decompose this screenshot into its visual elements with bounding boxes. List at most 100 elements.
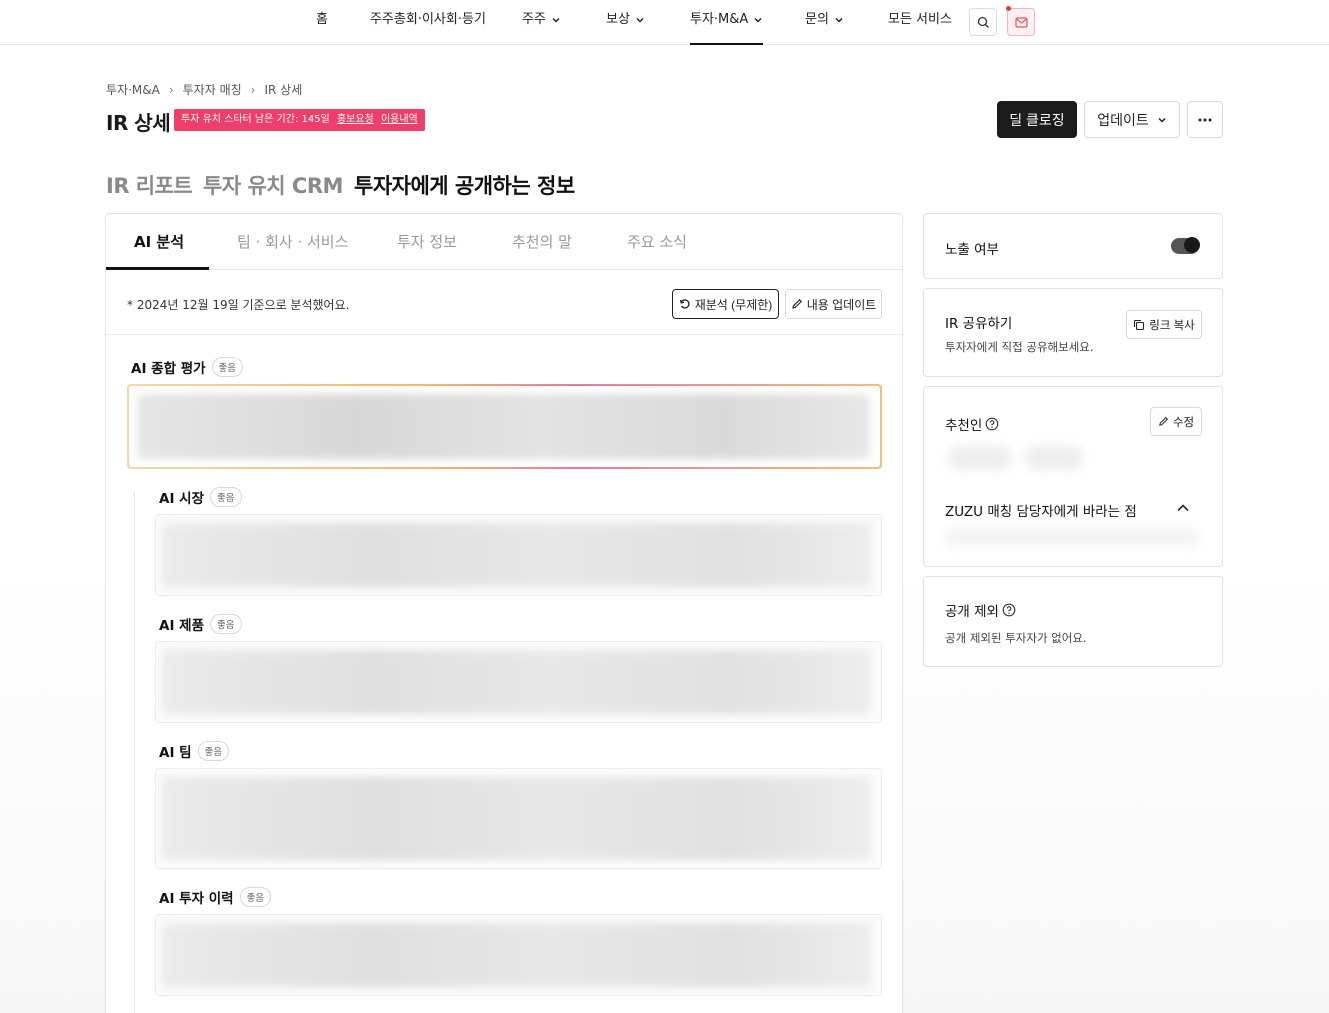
update-button[interactable]: 업데이트 (1084, 101, 1180, 138)
product-content (155, 641, 882, 723)
reanalyze-button[interactable]: 재분석 (무제한) (672, 289, 779, 319)
tab-investor-info[interactable]: 투자자에게 공개하는 정보 (354, 170, 575, 200)
update-content-label: 내용 업데이트 (806, 297, 877, 312)
blurred-text (162, 923, 871, 987)
copy-link-label: 링크 복사 (1149, 319, 1195, 332)
pencil-icon (791, 299, 802, 309)
nav-item-all-services[interactable]: 모든 서비스 (888, 0, 952, 45)
promo-request-link[interactable]: 홍보요청 (337, 114, 374, 125)
rating-badge: 좋음 (210, 614, 242, 634)
overall-eval-content (127, 384, 882, 469)
exposure-label: 노출 여부 (945, 242, 999, 258)
nav-item-shareholders[interactable]: 주주 (522, 0, 561, 45)
mail-button[interactable] (1007, 8, 1035, 36)
top-nav: 홈 주주총회·이사회·등기 주주 보상 투자·M&A 문의 모든 서비스 (0, 0, 1329, 45)
tab-investment-crm[interactable]: 투자 유치 CRM (203, 170, 343, 200)
mail-icon (1014, 16, 1028, 28)
overall-eval-title: AI 종합 평가 (131, 361, 206, 377)
promo-history-link[interactable]: 이용내역 (381, 114, 418, 125)
deal-closing-button[interactable]: 딜 클로징 (997, 101, 1077, 138)
zuzu-wish-content (944, 528, 1200, 546)
nav-label: 모든 서비스 (888, 12, 952, 27)
copy-link-button[interactable]: 링크 복사 (1126, 310, 1202, 339)
search-icon (977, 16, 989, 28)
nav-item-inquiry[interactable]: 문의 (805, 0, 844, 45)
recommender-avatar (1025, 446, 1083, 470)
market-title: AI 시장 (159, 491, 205, 507)
blurred-text (137, 394, 870, 459)
analysis-date-note: * 2024년 12월 19일 기준으로 분석했어요. (127, 298, 350, 312)
breadcrumb-item: IR 상세 (264, 83, 303, 97)
breadcrumb-item[interactable]: 투자·M&A (106, 81, 160, 98)
tab-ir-report[interactable]: IR 리포트 (106, 170, 193, 200)
blurred-text (162, 650, 871, 714)
copy-icon (1134, 319, 1145, 330)
subtab-active-indicator (106, 267, 209, 270)
blurred-text (162, 523, 871, 587)
market-label: AI 시장 좋음 (159, 487, 242, 507)
nav-item-compensation[interactable]: 보상 (606, 0, 645, 45)
help-icon[interactable] (985, 417, 999, 431)
investment-history-title: AI 투자 이력 (159, 891, 234, 907)
chevron-up-icon[interactable] (1176, 503, 1190, 513)
recommender-title: 추천인 (945, 414, 999, 434)
nav-label: 투자·M&A (690, 12, 749, 27)
update-button-label: 업데이트 (1097, 111, 1149, 128)
chevron-right-icon: › (168, 82, 174, 97)
exclude-subtitle: 공개 제외된 투자자가 없어요. (945, 631, 1087, 645)
overall-eval-label: AI 종합 평가 좋음 (131, 357, 244, 377)
nav-label: 주주총회·이사회·등기 (370, 12, 486, 27)
reanalyze-label: 재분석 (무제한) (694, 297, 773, 312)
subtab-ai-analysis[interactable]: AI 분석 (134, 231, 184, 252)
exclude-title: 공개 제외 (945, 600, 1016, 620)
nav-item-investment[interactable]: 투자·M&A (690, 0, 763, 45)
more-icon (1198, 118, 1212, 121)
subtab-recommendation[interactable]: 추천의 말 (512, 231, 572, 252)
market-content (155, 514, 882, 596)
nav-label: 주주 (522, 12, 546, 27)
chevron-down-icon (754, 17, 762, 23)
investment-history-content (155, 914, 882, 996)
edit-recommender-button[interactable]: 수정 (1150, 407, 1202, 436)
team-label: AI 팀 좋음 (159, 741, 230, 761)
breadcrumb: 투자·M&A › 투자자 매칭 › IR 상세 (106, 81, 302, 98)
exclude-card (923, 576, 1223, 667)
more-button[interactable] (1187, 101, 1223, 138)
rating-badge: 좋음 (239, 887, 272, 907)
subtab-news[interactable]: 주요 소식 (627, 231, 687, 252)
pencil-icon (1159, 416, 1168, 426)
team-title: AI 팀 (159, 745, 192, 761)
recommender-title-text: 추천인 (945, 418, 983, 434)
team-content (155, 768, 882, 869)
page-title: IR 상세 (106, 111, 171, 135)
notification-dot (1006, 6, 1011, 11)
product-title: AI 제품 (159, 618, 205, 634)
nav-label: 홈 (316, 12, 328, 27)
zuzu-wish-title: ZUZU 매칭 담당자에게 바라는 점 (945, 504, 1137, 520)
blurred-text (162, 777, 871, 860)
rating-badge: 좋음 (197, 741, 230, 761)
subtab-investment-info[interactable]: 투자 정보 (397, 231, 457, 252)
breadcrumb-item[interactable]: 투자자 매칭 (183, 81, 242, 98)
rating-badge: 좋음 (210, 487, 242, 507)
subtab-team-company-service[interactable]: 팀 · 회사 · 서비스 (237, 231, 348, 252)
promo-badge: 투자 유치 스타터 남은 기간: 145일 홍보요청 이용내역 (174, 109, 425, 131)
subtab-divider (106, 269, 902, 270)
help-icon[interactable] (1002, 603, 1016, 617)
divider (106, 334, 902, 335)
nav-item-home[interactable]: 홈 (316, 0, 328, 45)
update-content-button[interactable]: 내용 업데이트 (785, 289, 882, 319)
chevron-down-icon (552, 17, 560, 23)
refresh-icon (679, 299, 690, 309)
nav-label: 문의 (805, 12, 829, 27)
nav-label: 보상 (606, 12, 630, 27)
chevron-down-icon (1158, 117, 1166, 123)
promo-text: 투자 유치 스타터 남은 기간: 145일 (181, 114, 330, 125)
rating-badge: 좋음 (211, 357, 244, 377)
exposure-toggle[interactable] (1171, 237, 1200, 254)
investment-history-label: AI 투자 이력 좋음 (159, 887, 272, 907)
search-button[interactable] (969, 8, 997, 36)
chevron-down-icon (636, 17, 644, 23)
nav-item-meetings[interactable]: 주주총회·이사회·등기 (370, 0, 486, 45)
tree-connector (134, 492, 135, 1013)
